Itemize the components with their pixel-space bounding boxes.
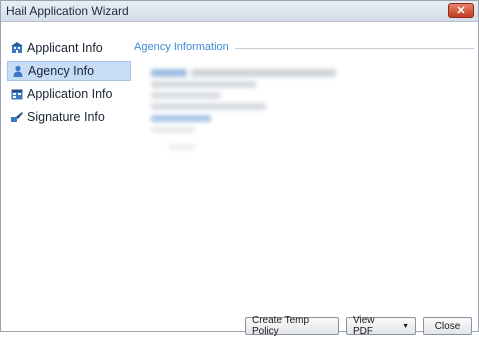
signature-icon: [11, 111, 23, 123]
nav-item-label: Signature Info: [27, 110, 105, 124]
section-header: Agency Information: [134, 41, 474, 55]
window-title: Hail Application Wizard: [6, 4, 129, 18]
nav-item-agency-info[interactable]: Agency Info: [7, 61, 131, 81]
create-temp-policy-button[interactable]: Create Temp Policy: [245, 315, 339, 337]
redacted-line: [191, 69, 336, 77]
calendar-icon: [11, 88, 23, 100]
title-bar: Hail Application Wizard ✕: [1, 1, 478, 22]
chevron-down-icon: ▼: [402, 322, 409, 330]
nav-item-application-info[interactable]: Application Info: [7, 84, 131, 104]
button-bar: Create Temp Policy View PDF ▼ Close: [245, 315, 472, 337]
section-title: Agency Information: [134, 41, 235, 53]
window-close-button[interactable]: ✕: [448, 3, 474, 18]
redacted-line: [151, 127, 195, 133]
nav-item-label: Application Info: [27, 87, 113, 101]
person-icon: [12, 65, 24, 77]
nav-item-label: Applicant Info: [27, 41, 103, 55]
redacted-line: [151, 115, 211, 122]
wizard-window: Hail Application Wizard ✕ Applicant Info: [0, 0, 479, 337]
redacted-line: [151, 81, 256, 88]
button-label: Close: [434, 320, 461, 332]
nav-item-signature-info[interactable]: Signature Info: [7, 107, 131, 127]
close-button[interactable]: Close: [423, 317, 472, 335]
redacted-line: [151, 69, 187, 77]
wizard-nav: Applicant Info Agency Info Application I…: [7, 38, 131, 130]
nav-item-label: Agency Info: [28, 64, 95, 78]
redacted-line: [151, 92, 221, 99]
nav-item-applicant-info[interactable]: Applicant Info: [7, 38, 131, 58]
button-label: View PDF: [353, 315, 375, 337]
redacted-line: [151, 103, 266, 110]
redacted-line: [169, 144, 195, 150]
view-pdf-dropdown-button[interactable]: View PDF ▼: [346, 315, 416, 337]
button-label: Create Temp Policy: [252, 315, 310, 337]
building-icon: [11, 42, 23, 54]
section-divider: [234, 48, 474, 49]
